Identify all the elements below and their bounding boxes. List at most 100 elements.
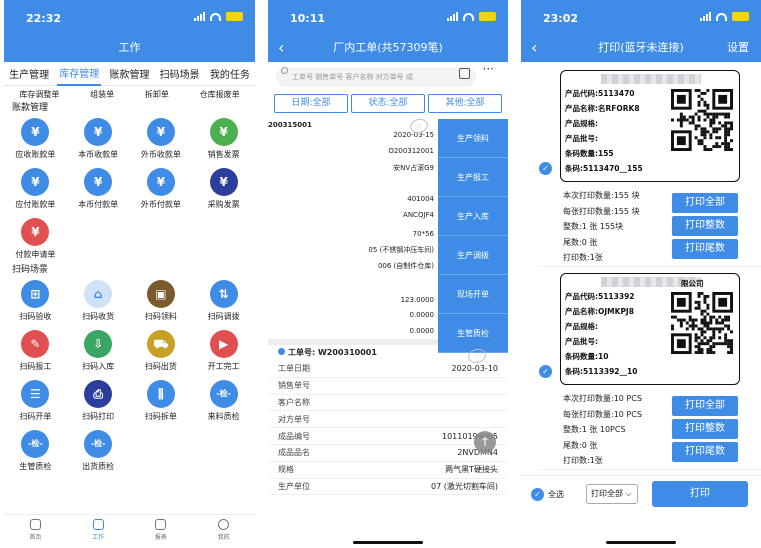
scan-item-5[interactable]: ⇩ 扫码入库	[67, 326, 130, 376]
status-icons	[447, 12, 496, 21]
filter-status[interactable]: 状态:全部	[351, 94, 425, 113]
account-label: 本币收款单	[78, 150, 119, 159]
action-button-2[interactable]: 生产入库	[438, 197, 508, 236]
scan-item-4[interactable]: ✎ 扫码报工	[4, 326, 67, 376]
action-button-3[interactable]: 生产调拨	[438, 236, 508, 275]
label-line: 产品批号:	[565, 134, 598, 143]
select-all-checkbox[interactable]: ✓	[531, 488, 544, 501]
incoming-inspect-icon: -检-	[209, 380, 238, 408]
scan-item-6[interactable]: ⛟ 扫码出货	[130, 326, 193, 376]
filter-date[interactable]: 日期:全部	[274, 94, 348, 113]
report-icon: ✎	[21, 330, 50, 358]
scan-icon[interactable]	[459, 68, 470, 79]
action-button-4[interactable]: 现场开单	[438, 275, 508, 314]
scan-item-10[interactable]: ⫼ 扫码拆单	[130, 376, 193, 426]
tab-inventory[interactable]: 库存管理	[57, 61, 102, 86]
scan-label: 出货质检	[82, 462, 115, 471]
accounts-grid: ¥ 应收账款单 ¥ 本币收款单 ¥ 外币收款单 ¥ 销售发票 ¥ 应付账款单 ¥ 本币付款单 ¥ 外币付款…	[4, 114, 255, 264]
account-item-7[interactable]: ¥ 采购发票	[192, 164, 255, 214]
nav-home[interactable]: 首页	[29, 515, 41, 548]
scan-item-11[interactable]: -检- 来料质检	[192, 376, 255, 426]
search-icon	[281, 67, 288, 74]
category-tabs: 生产管理 库存管理 账款管理 扫码场景 我的任务	[4, 62, 255, 86]
print-button[interactable]: 打印	[652, 481, 748, 507]
tab-scan-scenes[interactable]: 扫码场景	[158, 62, 202, 85]
sales-invoice-icon: ¥	[209, 118, 238, 146]
scroll-top-button[interactable]: ↑	[474, 431, 496, 453]
scan-item-12[interactable]: -检- 生管质检	[4, 426, 67, 476]
settings-button[interactable]: 设置	[727, 34, 749, 62]
work-order-number: 工单号: W200310001	[288, 348, 377, 357]
label-line: 产品代码:5113392	[565, 292, 635, 301]
detail-value: 2020-03-10	[451, 364, 499, 374]
assembly-link[interactable]: 组装单	[90, 89, 114, 100]
account-item-6[interactable]: ¥ 外币付款单	[130, 164, 193, 214]
back-icon[interactable]: ‹	[278, 34, 284, 62]
start-finish-icon: ▶	[209, 330, 238, 358]
account-item-8[interactable]: ¥ 付款申请单	[4, 214, 67, 264]
print-whole-button[interactable]: 打印整数	[672, 216, 738, 236]
scan-item-13[interactable]: -检- 出货质检	[67, 426, 130, 476]
account-item-3[interactable]: ¥ 销售发票	[192, 114, 255, 164]
detail-key: 生产单位	[278, 481, 310, 491]
nav-reports[interactable]: 报表	[155, 515, 167, 548]
payable-icon: ¥	[21, 168, 50, 196]
print-all-button[interactable]: 打印全部	[672, 193, 738, 213]
signal-icon	[700, 12, 711, 21]
account-item-5[interactable]: ¥ 本币付款单	[67, 164, 130, 214]
label-line: 条码:5113392__10	[565, 367, 638, 376]
scan-label: 扫码收货	[82, 312, 115, 321]
action-button-1[interactable]: 生产报工	[438, 158, 508, 197]
label-checkbox[interactable]: ✓	[539, 365, 552, 378]
status-bar: 22:32	[4, 0, 255, 34]
select-all-label: 全选	[548, 490, 564, 499]
print-remainder-button[interactable]: 打印尾数	[672, 442, 738, 462]
back-icon[interactable]: ‹	[531, 34, 537, 62]
wifi-icon	[716, 12, 727, 21]
work-order-card[interactable]: 200315001 2020-03-15 O200312001 安NV占滚G9 401…	[268, 116, 508, 353]
scan-item-1[interactable]: ⌂ 扫码收货	[67, 276, 130, 326]
tab-my-tasks[interactable]: 我的任务	[208, 62, 252, 85]
inventory-adjust-link[interactable]: 库存调整单	[19, 89, 59, 100]
account-item-1[interactable]: ¥ 本币收款单	[67, 114, 130, 164]
detail-row: 生产单位 07 (激光切割车间)	[268, 479, 508, 496]
account-item-2[interactable]: ¥ 外币收款单	[130, 114, 193, 164]
tab-accounts[interactable]: 账款管理	[107, 62, 151, 85]
scan-item-2[interactable]: ▣ 扫码领料	[130, 276, 193, 326]
wifi-icon	[463, 12, 474, 21]
filter-other[interactable]: 其他:全部	[428, 94, 502, 113]
scan-item-8[interactable]: ☰ 扫码开单	[4, 376, 67, 426]
more-icon[interactable]: ···	[483, 62, 494, 76]
disassembly-link[interactable]: 拆卸单	[145, 89, 169, 100]
scan-item-9[interactable]: ⎙ 扫码打印	[67, 376, 130, 426]
scan-item-7[interactable]: ▶ 开工完工	[192, 326, 255, 376]
detail-row: 成品品名 2NVDMN4	[268, 445, 508, 462]
search-input[interactable]: 工单号 销售单号 客户名称 对方单号 成	[276, 67, 476, 87]
print-whole-button[interactable]: 打印整数	[672, 419, 738, 439]
work-order-card-2[interactable]: 工单号: W200310001 ▢ 工单日期 2020-03-10 销售单号 客户名称…	[268, 345, 508, 496]
nav-mine[interactable]: 我的	[218, 515, 230, 548]
nav-work[interactable]: 工作	[92, 515, 104, 548]
scan-label: 扫码报工	[19, 362, 52, 371]
scan-item-0[interactable]: ⊞ 扫码验收	[4, 276, 67, 326]
detail-key: 客户名称	[278, 397, 310, 407]
detail-key: 成品编号	[278, 431, 310, 441]
label-checkbox[interactable]: ✓	[539, 162, 552, 175]
order-value: O200312001	[388, 147, 434, 155]
label-line: 产品批号:	[565, 337, 598, 346]
tab-production[interactable]: 生产管理	[7, 62, 51, 85]
account-item-0[interactable]: ¥ 应收账款单	[4, 114, 67, 164]
print-mode-select[interactable]: 打印全部 ⌵	[586, 484, 638, 504]
divider	[539, 469, 761, 470]
action-button-0[interactable]: 生产领料	[438, 119, 508, 158]
label-preview: 产品代码:5113470 产品名称:名RFORK8 产品规格: 产品批号: 条码数量:1…	[560, 70, 740, 182]
scan-label: 扫码入库	[82, 362, 115, 371]
order-value: 0.0000	[409, 327, 435, 335]
detail-row: 工单日期 2020-03-10	[268, 361, 508, 378]
print-all-button[interactable]: 打印全部	[672, 396, 738, 416]
account-item-4[interactable]: ¥ 应付账款单	[4, 164, 67, 214]
scan-item-3[interactable]: ⇅ 扫码调拨	[192, 276, 255, 326]
print-remainder-button[interactable]: 打印尾数	[672, 239, 738, 259]
warehouse-icon: ⌂	[84, 280, 113, 308]
scrap-link[interactable]: 仓库报废单	[200, 89, 240, 100]
